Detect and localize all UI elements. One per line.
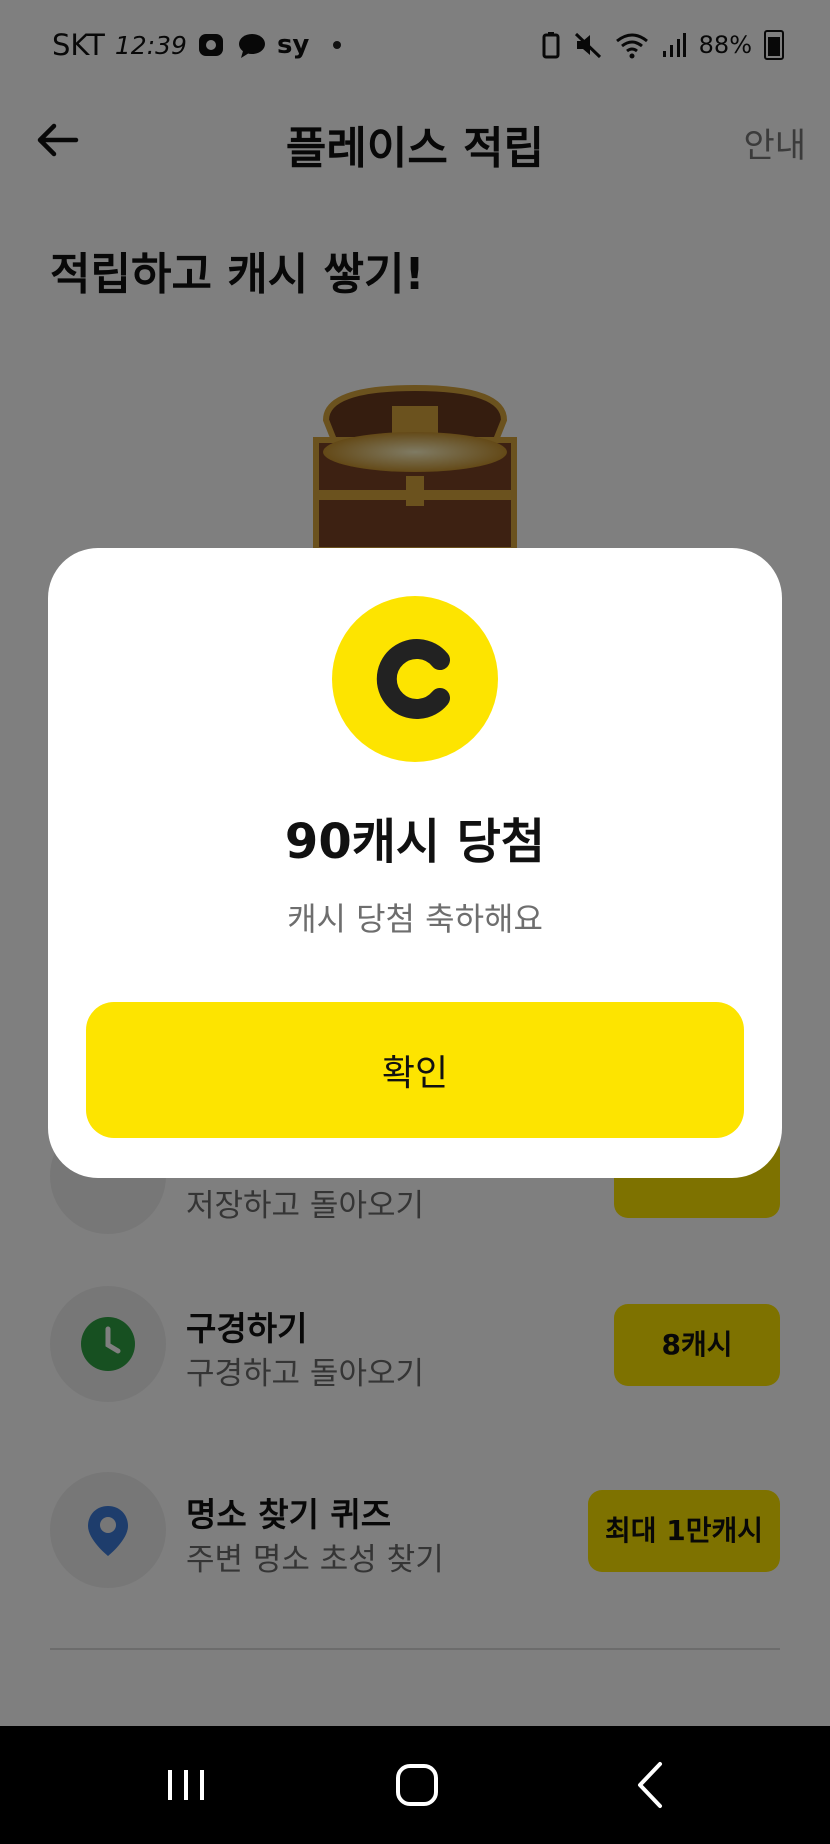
coin-c-glyph [376,639,450,719]
reward-dialog: 90캐시 당첨 캐시 당첨 축하해요 확인 [48,548,782,1178]
confirm-button[interactable]: 확인 [86,1002,744,1138]
back-nav-icon[interactable] [610,1750,690,1820]
cash-coin-icon [332,596,498,762]
dialog-title: 90캐시 당첨 [284,814,546,870]
dialog-subtitle: 캐시 당첨 축하해요 [287,900,543,938]
system-nav-bar [0,1726,830,1844]
screen: SKT 12:39 sy [0,0,830,1844]
recent-apps-icon[interactable] [146,1750,226,1820]
home-icon[interactable] [377,1750,457,1820]
